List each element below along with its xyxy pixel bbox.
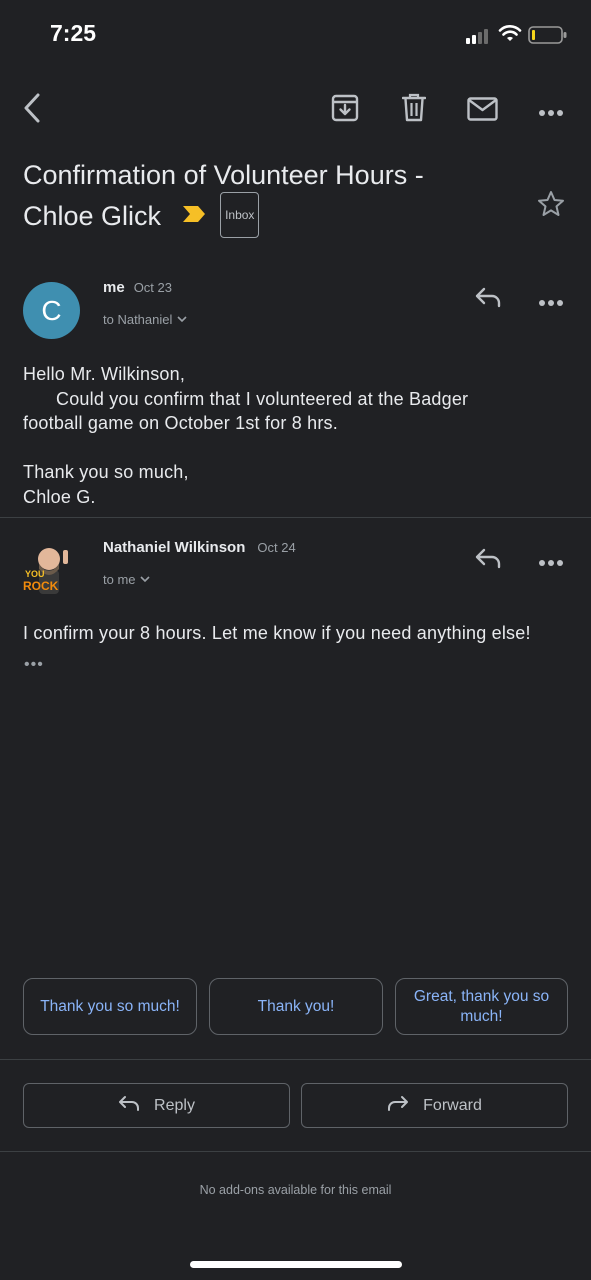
message-body: Hello Mr. Wilkinson, Could you confirm t…: [23, 362, 563, 509]
subject-line-2: Chloe Glick Inbox: [23, 192, 463, 241]
status-time: 7:25: [50, 20, 97, 46]
reply-button[interactable]: Reply: [23, 1083, 290, 1128]
forward-label: Forward: [423, 1096, 482, 1114]
subject-line-1: Confirmation of Volunteer Hours -: [23, 160, 424, 190]
sender-name: me: [103, 279, 125, 296]
chevron-down-icon: [139, 572, 151, 587]
addons-note: No add-ons available for this email: [199, 1183, 392, 1197]
message-more-icon[interactable]: [538, 294, 564, 312]
body-line: Could you confirm that I volunteered at …: [56, 388, 469, 409]
smart-reply-button[interactable]: Great, thank you so much!: [395, 978, 568, 1035]
message-body: I confirm your 8 hours. Let me know if y…: [23, 623, 531, 643]
forward-arrow-icon: [387, 1095, 409, 1116]
avatar-caption-you: YOU: [25, 569, 45, 579]
subject-line-2-text: Chloe Glick: [23, 201, 162, 232]
recipient-text: to Nathaniel: [103, 312, 173, 327]
battery-icon: [528, 25, 568, 50]
actions-divider: [0, 1059, 591, 1060]
recipient-line[interactable]: to me: [103, 572, 151, 587]
trash-icon[interactable]: [401, 93, 427, 128]
footer-divider: [0, 1151, 591, 1152]
body-line: Thank you so much,: [23, 462, 189, 482]
archive-icon[interactable]: [331, 94, 359, 127]
back-icon[interactable]: [20, 92, 44, 129]
message-date: Oct 24: [257, 540, 296, 555]
wifi-icon: [498, 25, 522, 48]
show-quoted-text-button[interactable]: •••: [24, 656, 44, 674]
chevron-down-icon: [176, 312, 188, 327]
avatar-caption-rock: ROCK: [23, 579, 59, 593]
signal-icon: [466, 28, 492, 49]
reply-icon[interactable]: [474, 286, 502, 313]
email-subject: Confirmation of Volunteer Hours - Chloe …: [23, 155, 463, 241]
avatar[interactable]: C: [23, 282, 80, 339]
body-line: Hello Mr. Wilkinson,: [23, 364, 186, 384]
message-2-header: Nathaniel Wilkinson Oct 24: [103, 539, 296, 557]
avatar-you-rock[interactable]: YOU ROCK: [23, 542, 75, 603]
home-indicator[interactable]: [190, 1261, 402, 1268]
recipient-text: to me: [103, 572, 136, 587]
body-line: Chloe G.: [23, 486, 96, 507]
reply-icon[interactable]: [474, 547, 502, 574]
smart-reply-button[interactable]: Thank you so much!: [23, 978, 197, 1035]
importance-marker-icon[interactable]: [181, 195, 207, 235]
reply-label: Reply: [154, 1096, 195, 1114]
star-icon[interactable]: [537, 190, 565, 222]
smart-reply-button[interactable]: Thank you!: [209, 978, 383, 1035]
inbox-label[interactable]: Inbox: [220, 192, 260, 238]
message-more-icon[interactable]: [538, 554, 564, 572]
body-line: football game on October 1st for 8 hrs.: [23, 413, 338, 433]
reply-arrow-icon: [118, 1095, 140, 1116]
forward-button[interactable]: Forward: [301, 1083, 568, 1128]
message-1-header: me Oct 23: [103, 279, 172, 297]
mail-icon[interactable]: [467, 97, 498, 126]
message-date: Oct 23: [133, 280, 172, 295]
recipient-line[interactable]: to Nathaniel: [103, 312, 188, 327]
message-divider: [0, 517, 591, 518]
sender-name: Nathaniel Wilkinson: [103, 539, 246, 556]
more-horizontal-icon[interactable]: [538, 104, 564, 122]
